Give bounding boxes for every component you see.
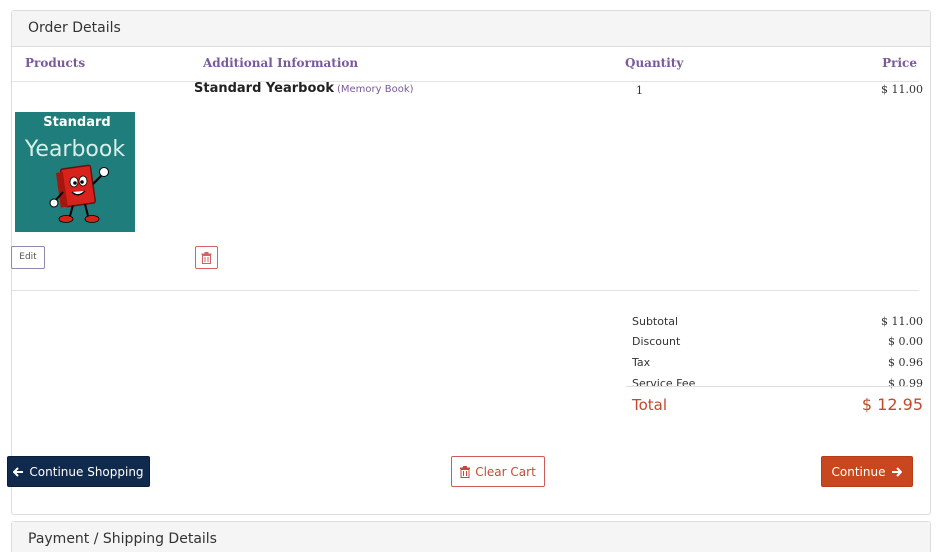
thumbnail-subtitle: Yearbook [24,137,125,162]
clear-cart-label: Clear Cart [475,464,536,479]
col-price-header: Price [882,56,917,70]
service-fee-value: $ 0.99 [888,377,923,390]
product-price: $ 11.00 [881,83,923,96]
order-details-title: Order Details [12,11,930,47]
service-fee-label: Service Fee [632,377,696,390]
total-value: $ 12.95 [861,395,923,414]
clear-cart-button[interactable]: Clear Cart [451,456,545,487]
yearbook-illustration: Standard Yearbook [15,112,135,232]
product-quantity: 1 [636,84,643,97]
continue-button[interactable]: Continue [821,456,913,487]
continue-label: Continue [831,464,886,479]
total-divider [626,386,908,387]
payment-shipping-panel: Payment / Shipping Details [11,521,931,552]
continue-shopping-label: Continue Shopping [29,464,144,479]
product-type: (Memory Book) [336,84,414,95]
trash-icon [460,465,471,478]
trash-icon [201,251,212,264]
arrow-left-icon [13,466,24,477]
subtotal-value: $ 11.00 [881,315,923,328]
product-name: Standard Yearbook [194,81,334,96]
continue-shopping-button[interactable]: Continue Shopping [7,456,150,487]
discount-value: $ 0.00 [888,335,923,348]
tax-label: Tax [632,356,651,369]
col-additional-info-header: Additional Information [203,56,359,70]
product-name-row: Standard Yearbook (Memory Book) [194,81,414,96]
arrow-right-icon [892,466,903,477]
total-label: Total [632,396,668,414]
col-products-header: Products [25,56,86,70]
product-thumbnail[interactable]: Standard Yearbook [15,112,135,232]
order-details-panel: Order Details [11,10,931,515]
payment-shipping-title: Payment / Shipping Details [12,522,930,552]
subtotal-label: Subtotal [632,315,679,328]
tax-value: $ 0.96 [888,356,923,369]
col-quantity-header: Quantity [625,56,684,70]
remove-item-button[interactable] [195,246,218,269]
header-divider [12,81,919,82]
thumbnail-title: Standard [43,115,110,130]
discount-label: Discount [632,335,681,348]
edit-item-button[interactable]: Edit [11,246,45,269]
items-divider [12,290,919,291]
